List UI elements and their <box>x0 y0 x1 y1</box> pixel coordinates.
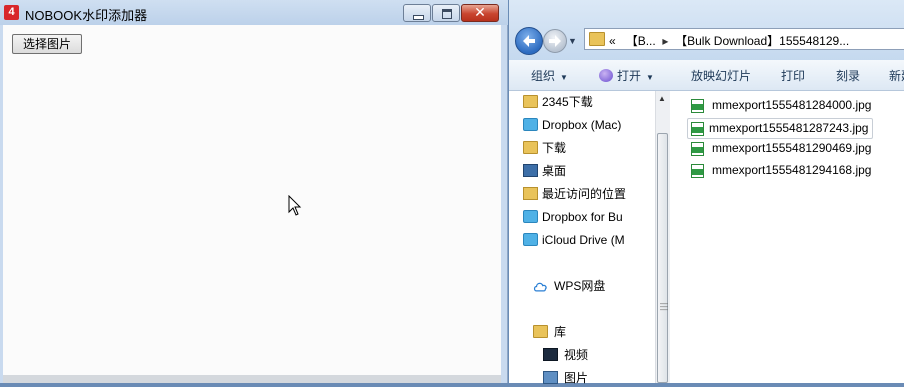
app-icon: 4 <box>4 5 19 20</box>
folder-icon <box>523 95 538 108</box>
chevron-down-icon: ▼ <box>646 73 654 82</box>
nav-item-library[interactable]: 库 <box>533 323 566 341</box>
back-arrow-icon <box>523 35 535 47</box>
nav-item-icloud-drive[interactable]: iCloud Drive (M <box>523 231 625 249</box>
breadcrumb-2[interactable]: 【Bulk Download】155548129... <box>675 34 849 48</box>
video-icon <box>543 348 558 361</box>
nav-item-2345-download[interactable]: 2345下载 <box>523 93 593 111</box>
dropbox-icon <box>523 118 538 131</box>
print-button[interactable]: 打印 <box>781 67 805 84</box>
close-button[interactable]: ✕ <box>461 4 499 22</box>
open-app-icon <box>599 69 613 82</box>
minimize-icon <box>413 15 424 20</box>
grip-icon: — — — <box>660 299 668 314</box>
explorer-header: ▼ « 【B... ▸ 【Bulk Download】155548129... <box>509 0 904 60</box>
dropbox-icon <box>523 210 538 223</box>
forward-arrow-icon <box>549 35 561 47</box>
recent-places-icon <box>523 187 538 200</box>
library-icon <box>533 325 548 338</box>
nav-item-wps-cloud[interactable]: WPS网盘 <box>533 277 605 295</box>
folder-icon <box>589 32 605 46</box>
jpg-file-icon <box>691 99 704 113</box>
close-icon: ✕ <box>474 4 486 20</box>
new-folder-button[interactable]: 新建 <box>889 67 904 84</box>
forward-button[interactable] <box>543 29 567 53</box>
nav-item-desktop[interactable]: 桌面 <box>523 162 566 180</box>
chevron-down-icon: ▼ <box>560 73 568 82</box>
choose-image-button[interactable]: 选择图片 <box>12 34 82 54</box>
maximize-icon <box>442 9 452 19</box>
jpg-file-icon <box>691 142 704 156</box>
icloud-icon <box>523 233 538 246</box>
open-menu[interactable]: 打开 ▼ <box>599 67 654 84</box>
jpg-file-icon <box>691 122 704 136</box>
file-item[interactable]: mmexport1555481290469.jpg <box>691 139 871 158</box>
address-bar[interactable]: « 【B... ▸ 【Bulk Download】155548129... <box>584 28 904 50</box>
window-bottom-border <box>3 375 501 383</box>
nav-item-recent-places[interactable]: 最近访问的位置 <box>523 185 626 203</box>
slideshow-button[interactable]: 放映幻灯片 <box>691 67 751 84</box>
minimize-button[interactable] <box>403 4 431 22</box>
nav-item-downloads[interactable]: 下载 <box>523 139 566 157</box>
title-bar[interactable]: 4 NOBOOK水印添加器 ✕ <box>0 0 508 25</box>
client-area: 选择图片 <box>3 25 501 375</box>
navigation-pane: 2345下载 Dropbox (Mac) 下载 桌面 最近访问的位置 Dropb… <box>509 91 655 385</box>
file-item[interactable]: mmexport1555481284000.jpg <box>691 96 871 115</box>
desktop-icon <box>523 164 538 177</box>
breadcrumb-1[interactable]: 【B... <box>626 34 656 48</box>
address-path[interactable]: « 【B... ▸ 【Bulk Download】155548129... <box>609 32 849 49</box>
cloud-icon <box>533 282 547 292</box>
scroll-up-arrow-icon[interactable]: ▲ <box>658 94 666 103</box>
recent-pages-dropdown[interactable]: ▼ <box>568 36 577 46</box>
back-button[interactable] <box>515 27 543 55</box>
window-title: NOBOOK水印添加器 <box>25 8 148 23</box>
file-item[interactable]: mmexport1555481294168.jpg <box>691 161 871 180</box>
organize-menu[interactable]: 组织 ▼ <box>531 67 568 84</box>
file-item-selected[interactable]: mmexport1555481287243.jpg <box>687 118 874 139</box>
command-bar: 组织▼ 打开▼ 放映幻灯片 打印 刻录 新建 <box>509 60 904 91</box>
explorer-window: ▼ « 【B... ▸ 【Bulk Download】155548129... … <box>509 0 904 385</box>
jpg-file-icon <box>691 164 704 178</box>
maximize-button[interactable] <box>432 4 460 22</box>
nav-item-videos[interactable]: 视频 <box>543 346 588 364</box>
address-overflow[interactable]: « <box>609 34 616 48</box>
nav-scrollbar[interactable]: ▲ — — — <box>655 91 670 383</box>
scrollbar-thumb[interactable]: — — — <box>657 133 668 383</box>
burn-button[interactable]: 刻录 <box>836 67 860 84</box>
mouse-cursor-icon <box>288 195 302 216</box>
nav-item-dropbox-mac[interactable]: Dropbox (Mac) <box>523 116 621 134</box>
nav-item-dropbox-business[interactable]: Dropbox for Bu <box>523 208 623 226</box>
folder-icon <box>523 141 538 154</box>
nobook-window: 4 NOBOOK水印添加器 ✕ 选择图片 <box>0 0 508 383</box>
pictures-icon <box>543 371 558 384</box>
file-list: mmexport1555481284000.jpg mmexport155548… <box>670 91 904 383</box>
breadcrumb-arrow-icon[interactable]: ▸ <box>662 34 668 48</box>
nav-item-pictures[interactable]: 图片 <box>543 369 588 387</box>
